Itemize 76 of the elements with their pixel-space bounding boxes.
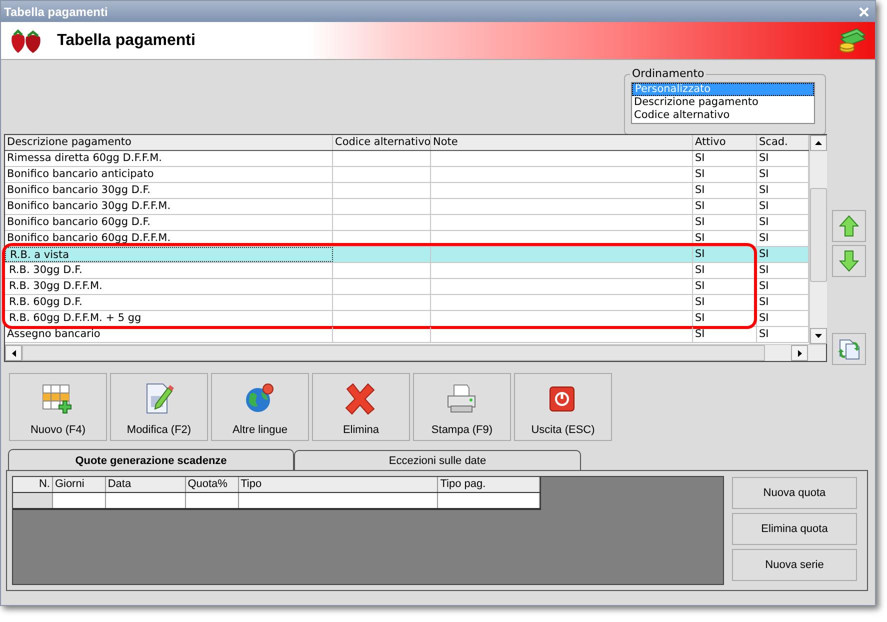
toolbar-button[interactable]: Nuovo (F4) [9,373,107,441]
list-item[interactable]: Descrizione pagamento [632,96,814,109]
column-header[interactable]: Attivo [693,135,757,150]
table-cell: Bonifico bancario 60gg D.F.F.M. [5,231,333,246]
table-cell: SI [693,327,757,342]
window-title: Tabella pagamenti [4,4,108,18]
table-cell: R.B. 60gg D.F.F.M. + 5 gg [5,311,333,326]
table-cell: SI [693,199,757,214]
table-row[interactable]: R.B. 30gg D.F. SI SI [5,263,809,279]
table-cell: SI [693,247,757,262]
column-header[interactable]: Codice alternativo [333,135,431,150]
table-cell: SI [693,215,757,230]
table-cell: Bonifico bancario 60gg D.F. [5,215,333,230]
column-header[interactable]: Tipo pag. [438,477,540,492]
toolbar-button[interactable]: Elimina [312,373,410,441]
header-title: Tabella pagamenti [57,32,196,50]
table-cell: Bonifico bancario 30gg D.F.F.M. [5,199,333,214]
empty-table-row[interactable] [13,493,540,509]
table-cell: SI [693,167,757,182]
vertical-scrollbar[interactable] [809,135,827,344]
toolbar-button[interactable]: Stampa (F9) [413,373,511,441]
table-row[interactable]: Bonifico bancario 30gg D.F.F.M. SI SI [5,199,809,215]
table-cell: SI [693,151,757,166]
scroll-right-icon[interactable] [798,350,802,356]
action-button[interactable]: Elimina quota [732,513,857,545]
documents-arrows-icon [838,338,860,360]
table-cell: Bonifico bancario anticipato [5,167,333,182]
table-row[interactable]: Bonifico bancario 30gg D.F. SI SI [5,183,809,199]
table-cell: Assegno bancario [5,327,333,342]
tab[interactable]: Eccezioni sulle date [294,450,581,471]
table-row[interactable]: R.B. 30gg D.F.F.M. SI SI [5,279,809,295]
table-cell: SI [693,279,757,294]
table-row[interactable]: R.B. 60gg D.F.F.M. + 5 gg SI SI [5,311,809,327]
column-header[interactable]: Descrizione pagamento [5,135,333,150]
scroll-up-icon[interactable] [815,141,822,145]
action-button[interactable]: Nuova quota [732,477,857,509]
column-header[interactable]: Quota% [186,477,239,492]
close-icon[interactable] [859,6,869,16]
table-cell: SI [693,183,757,198]
table-cell: R.B. 30gg D.F.F.M. [5,279,333,294]
table-cell: SI [693,295,757,310]
ordering-list[interactable]: Personalizzato Descrizione pagamento Codice alternativo [631,82,815,124]
column-header[interactable]: Note [431,135,693,150]
table-cell: SI [693,311,757,326]
action-button[interactable]: Nuova serie [732,549,857,581]
up-arrow-icon [839,215,859,237]
column-header[interactable]: Data [106,477,186,492]
table-row[interactable]: R.B. 60gg D.F. SI SI [5,295,809,311]
table-row[interactable]: Rimessa diretta 60gg D.F.F.M. SI SI [5,151,809,167]
table-row[interactable]: Assegno bancario SI SI [5,327,809,343]
move-up-button[interactable] [832,210,866,242]
scroll-thumb[interactable] [810,188,827,282]
move-down-button[interactable] [832,245,866,277]
table-cell: SI [693,263,757,278]
toolbar-button[interactable]: Altre lingue [211,373,309,441]
toolbar-button[interactable]: Modifica (F2) [110,373,208,441]
refresh-button[interactable] [832,333,866,365]
down-arrow-icon [839,250,859,272]
table-row[interactable]: Bonifico bancario anticipato SI SI [5,167,809,183]
table-cell: R.B. 60gg D.F. [5,295,333,310]
column-header[interactable]: Tipo [238,477,438,492]
table-cell: Bonifico bancario 30gg D.F. [5,183,333,198]
column-header[interactable]: Giorni [52,477,106,492]
table-cell: R.B. 30gg D.F. [5,263,333,278]
list-item[interactable]: Codice alternativo [632,109,814,122]
column-header[interactable]: N. [13,477,53,492]
table-row[interactable]: Bonifico bancario 60gg D.F. SI SI [5,215,809,231]
group-label: Ordinamento [630,67,706,80]
scroll-down-icon[interactable] [815,334,822,338]
table-cell: R.B. a vista [5,247,333,262]
toolbar-button[interactable]: Uscita (ESC) [514,373,612,441]
table-cell: Rimessa diretta 60gg D.F.F.M. [5,151,333,166]
table-cell: SI [693,231,757,246]
scroll-left-icon[interactable] [12,350,16,356]
money-icon [837,26,867,54]
tab[interactable]: Quote generazione scadenze [8,449,294,471]
